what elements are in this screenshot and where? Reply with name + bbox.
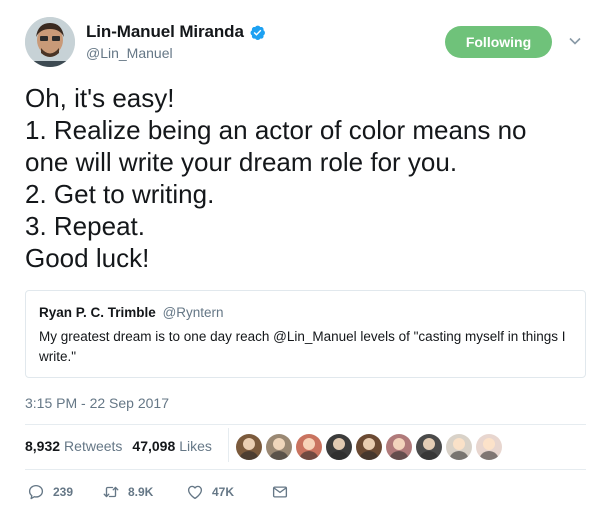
retweets-count: 8,932 <box>25 438 61 454</box>
retweet-count: 8.9K <box>128 485 154 499</box>
liker-avatar[interactable] <box>386 434 412 460</box>
author-name-row[interactable]: Lin-Manuel Miranda <box>86 22 266 42</box>
liker-avatars <box>236 434 506 460</box>
retweets-stat[interactable]: 8,932 Retweets <box>25 438 122 454</box>
reply-count: 239 <box>53 485 74 499</box>
quoted-author-handle: @Ryntern <box>162 305 224 320</box>
chevron-down-icon[interactable] <box>568 34 582 48</box>
tweet-line: one will write your dream role for you. <box>25 147 458 177</box>
likes-count: 47,098 <box>132 438 176 454</box>
tweet-actions: 239 8.9K 47K <box>27 483 289 501</box>
author-display-name[interactable]: Lin-Manuel Miranda <box>86 22 244 42</box>
reply-icon <box>28 484 44 500</box>
quoted-tweet[interactable]: Ryan P. C. Trimble @Ryntern My greatest … <box>25 290 586 378</box>
like-count: 47K <box>212 485 235 499</box>
retweets-label: Retweets <box>64 438 123 454</box>
tweet-line: Oh, it's easy! <box>25 83 175 113</box>
avatar-image <box>25 17 75 67</box>
liker-avatar[interactable] <box>356 434 382 460</box>
liker-avatar[interactable] <box>476 434 502 460</box>
direct-message-button[interactable] <box>271 483 289 501</box>
retweet-icon <box>103 486 119 498</box>
tweet-stats: 8,932 Retweets 47,098 Likes <box>25 438 212 454</box>
liker-avatar[interactable] <box>236 434 262 460</box>
quoted-tweet-header: Ryan P. C. Trimble @Ryntern <box>39 305 224 320</box>
reply-button[interactable]: 239 <box>27 483 102 501</box>
author-handle[interactable]: @Lin_Manuel <box>86 45 173 61</box>
liker-avatar[interactable] <box>416 434 442 460</box>
likes-label: Likes <box>179 438 212 454</box>
envelope-icon <box>272 486 288 498</box>
verified-badge-icon <box>250 25 265 40</box>
liker-avatar[interactable] <box>266 434 292 460</box>
retweet-button[interactable]: 8.9K <box>102 483 186 501</box>
stats-separator <box>228 428 229 462</box>
liker-avatar[interactable] <box>446 434 472 460</box>
author-avatar[interactable] <box>25 17 75 67</box>
quoted-author-name: Ryan P. C. Trimble <box>39 305 156 320</box>
quoted-tweet-text: My greatest dream is to one day reach @L… <box>39 329 566 364</box>
following-button[interactable]: Following <box>445 26 552 58</box>
tweet-line: 1. Realize being an actor of color means… <box>25 115 527 145</box>
liker-avatar[interactable] <box>296 434 322 460</box>
tweet-text: Oh, it's easy! 1. Realize being an actor… <box>25 82 595 274</box>
likes-stat[interactable]: 47,098 Likes <box>132 438 212 454</box>
tweet-line: Good luck! <box>25 243 150 273</box>
tweet-timestamp[interactable]: 3:15 PM - 22 Sep 2017 <box>25 395 169 411</box>
like-button[interactable]: 47K <box>186 483 271 501</box>
divider <box>25 424 586 425</box>
liker-avatar[interactable] <box>326 434 352 460</box>
tweet-line: 3. Repeat. <box>25 211 145 241</box>
divider <box>25 469 586 470</box>
heart-icon <box>187 485 203 500</box>
tweet-line: 2. Get to writing. <box>25 179 215 209</box>
tweet-card: Lin-Manuel Miranda @Lin_Manuel Following… <box>0 0 612 523</box>
